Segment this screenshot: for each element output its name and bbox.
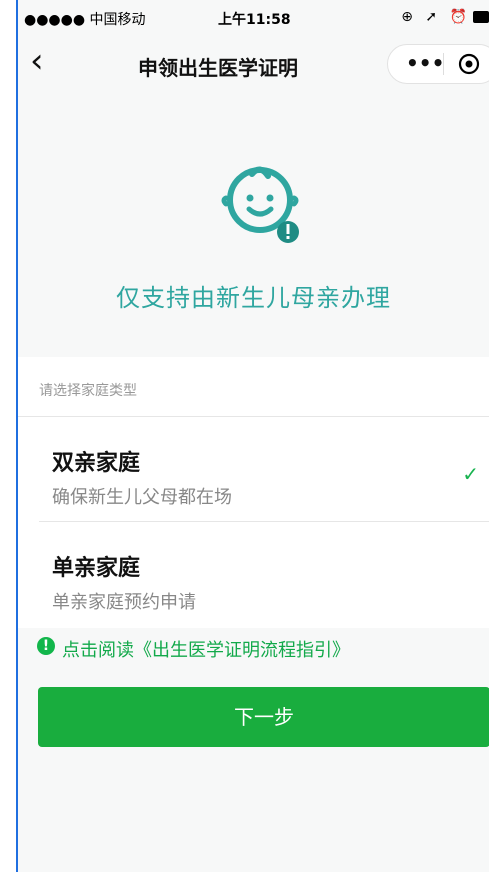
phone-screen: ●●●●● 中国移动 上午11:58 ⊕ ➚ ⏰ ‹ 申领出生医学证明 ••• … <box>16 0 489 872</box>
capsule-divider <box>443 53 444 75</box>
section-label: 请选择家庭类型 <box>39 383 137 399</box>
guide-link[interactable]: 点击阅读《出生医学证明流程指引》 <box>62 636 350 662</box>
next-step-button[interactable]: 下一步 <box>38 687 489 747</box>
baby-face-icon <box>221 166 299 243</box>
more-icon[interactable]: ••• <box>406 51 444 75</box>
clock: 上午11:58 <box>218 12 291 28</box>
close-target-icon[interactable] <box>458 53 480 75</box>
option-subtitle: 单亲家庭预约申请 <box>52 592 196 613</box>
check-icon: ✓ <box>462 462 479 486</box>
option-title: 双亲家庭 <box>52 451 141 476</box>
option-single-parent[interactable]: 单亲家庭 单亲家庭预约申请 <box>18 522 489 622</box>
status-icons: ⊕ ➚ ⏰ <box>401 9 471 25</box>
navigation-bar: ‹ 申领出生医学证明 ••• <box>18 36 489 90</box>
guide-link-row[interactable]: ! 点击阅读《出生医学证明流程指引》 <box>18 628 489 668</box>
alert-icon: ! <box>37 637 55 655</box>
option-title: 单亲家庭 <box>52 556 141 581</box>
status-bar: ●●●●● 中国移动 上午11:58 ⊕ ➚ ⏰ <box>18 0 489 36</box>
option-subtitle: 确保新生儿父母都在场 <box>52 487 232 508</box>
carrier-label: ●●●●● 中国移动 <box>24 12 146 28</box>
page-title: 申领出生医学证明 <box>138 56 298 80</box>
miniprogram-capsule: ••• <box>387 44 489 84</box>
back-icon[interactable]: ‹ <box>30 44 44 78</box>
mother-only-notice: 仅支持由新生儿母亲办理 <box>116 284 391 312</box>
battery-icon <box>473 11 489 23</box>
option-two-parent[interactable]: 双亲家庭 确保新生儿父母都在场 <box>18 417 489 517</box>
